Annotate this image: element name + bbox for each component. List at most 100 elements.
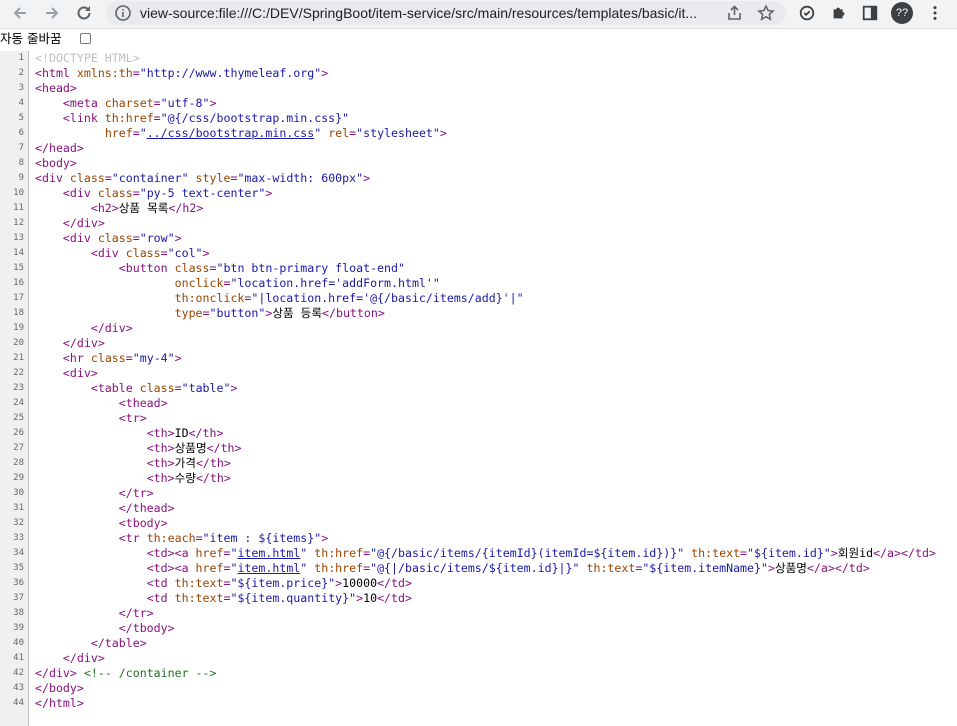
- kebab-menu-icon[interactable]: [925, 3, 945, 23]
- attr-value: "button": [209, 306, 266, 320]
- text-content: 상품 등록: [272, 306, 322, 320]
- browser-toolbar: view-source:file:///C:/DEV/SpringBoot/it…: [0, 0, 957, 29]
- tag: <tbody>: [118, 516, 168, 530]
- tag-open: <h2>: [90, 201, 119, 215]
- tag-open: <td: [146, 576, 168, 590]
- info-icon[interactable]: [114, 4, 132, 22]
- source-line: 9 <div class="container" style="max-width…: [0, 171, 957, 186]
- text-content: 상품명: [774, 561, 807, 575]
- source-line: 7 </head>: [0, 141, 957, 156]
- tag: </div>: [35, 666, 77, 680]
- attr-value: "${item.price}": [230, 576, 336, 590]
- line-wrap-checkbox[interactable]: [80, 33, 91, 44]
- source-line: 5 <link th:href="@{/css/bootstrap.min.cs…: [0, 111, 957, 126]
- comment: <!-- /container -->: [83, 666, 217, 680]
- attr-value: "${item.quantity}": [230, 591, 357, 605]
- tag-close: >: [321, 66, 329, 80]
- line-number: 23: [13, 383, 24, 393]
- tag-open: <div: [90, 246, 119, 260]
- attr-value: "stylesheet": [356, 126, 440, 140]
- line-number: 11: [13, 203, 24, 213]
- tag-open: <th>: [146, 471, 175, 485]
- tag: </div>: [62, 336, 105, 350]
- tag-close: </th>: [195, 471, 231, 485]
- tag-close: </th>: [188, 426, 224, 440]
- attr-name: th:text: [167, 591, 224, 605]
- tag-open: <div: [35, 171, 63, 185]
- source-line: 4 <meta charset="utf-8">: [0, 96, 957, 111]
- url-text[interactable]: view-source:file:///C:/DEV/SpringBoot/it…: [140, 4, 730, 22]
- line-number: 6: [18, 128, 24, 138]
- line-number: 4: [18, 98, 24, 108]
- line-number: 3: [18, 83, 24, 93]
- attr-value: "@{|/basic/items/${item.id}|}": [370, 561, 580, 575]
- attr-value: "location.href='addForm.html'": [230, 276, 440, 290]
- source-line: 12 </div>: [0, 216, 957, 231]
- line-number: 5: [18, 113, 24, 123]
- tag: </a>: [806, 561, 835, 575]
- source-link[interactable]: item.html: [237, 561, 300, 575]
- source-line: 38 </tr>: [0, 606, 957, 621]
- tag: </td>: [834, 561, 870, 575]
- back-arrow-icon[interactable]: [8, 2, 32, 24]
- source-line: 23 <table class="table">: [0, 381, 957, 396]
- source-line: 42 </div> <!-- /container -->: [0, 666, 957, 681]
- address-bar[interactable]: view-source:file:///C:/DEV/SpringBoot/it…: [106, 1, 786, 25]
- source-link[interactable]: item.html: [237, 546, 300, 560]
- line-number: 38: [13, 608, 24, 618]
- eq: =: [209, 261, 217, 275]
- source-line: 6 href="../css/bootstrap.min.css" rel="s…: [0, 126, 957, 141]
- text-content: ID: [174, 426, 189, 440]
- line-number: 21: [13, 353, 24, 363]
- sync-icon[interactable]: [797, 3, 817, 23]
- tag: <div>: [62, 366, 98, 380]
- tag-close: </th>: [206, 441, 242, 455]
- tag-open: <div: [62, 186, 91, 200]
- source-line: 10 <div class="py-5 text-center">: [0, 186, 957, 201]
- line-number: 30: [13, 488, 24, 498]
- eq: =: [202, 306, 210, 320]
- forward-arrow-icon[interactable]: [40, 2, 64, 24]
- attr-name: th:onclick: [174, 291, 245, 305]
- source-line: 32 <tbody>: [0, 516, 957, 531]
- source-line: 20 </div>: [0, 336, 957, 351]
- attr-name: rel: [321, 126, 350, 140]
- tag-open: <div: [62, 231, 91, 245]
- line-number: 27: [13, 443, 24, 453]
- text-content: 상품 목록: [118, 201, 169, 215]
- attr-value: "table": [181, 381, 231, 395]
- doctype: <!DOCTYPE HTML>: [35, 51, 140, 65]
- line-number: 1: [18, 53, 24, 63]
- attr-name: onclick: [174, 276, 224, 290]
- share-icon[interactable]: [726, 4, 744, 22]
- source-line: 29 <th>수량</th>: [0, 471, 957, 486]
- attr-name: class: [167, 261, 210, 275]
- attr-name: th:href: [307, 546, 364, 560]
- source-line: 15 <button class="btn btn-primary float-…: [0, 261, 957, 276]
- profile-avatar[interactable]: ??: [891, 2, 913, 24]
- source-line: 2 <html xmlns:th="http://www.thymeleaf.or…: [0, 66, 957, 81]
- line-number: 13: [13, 233, 24, 243]
- attr-name: class: [118, 246, 161, 260]
- reload-icon[interactable]: [72, 2, 96, 24]
- attr-value: "py-5 text-center": [139, 186, 266, 200]
- tag-end: </button>: [322, 306, 385, 320]
- star-icon[interactable]: [757, 4, 775, 22]
- line-number: 32: [13, 518, 24, 528]
- attr-value: "max-width: 600px": [237, 171, 364, 185]
- source-line: 16 onclick="location.href='addForm.html'…: [0, 276, 957, 291]
- attr-name: th:text: [167, 576, 224, 590]
- eq: =: [195, 531, 203, 545]
- side-panel-icon[interactable]: [860, 3, 880, 23]
- source-link[interactable]: ../css/bootstrap.min.css: [147, 126, 315, 140]
- source-line: 21 <hr class="my-4">: [0, 351, 957, 366]
- extensions-puzzle-icon[interactable]: [829, 3, 849, 23]
- source-line: 13 <div class="row">: [0, 231, 957, 246]
